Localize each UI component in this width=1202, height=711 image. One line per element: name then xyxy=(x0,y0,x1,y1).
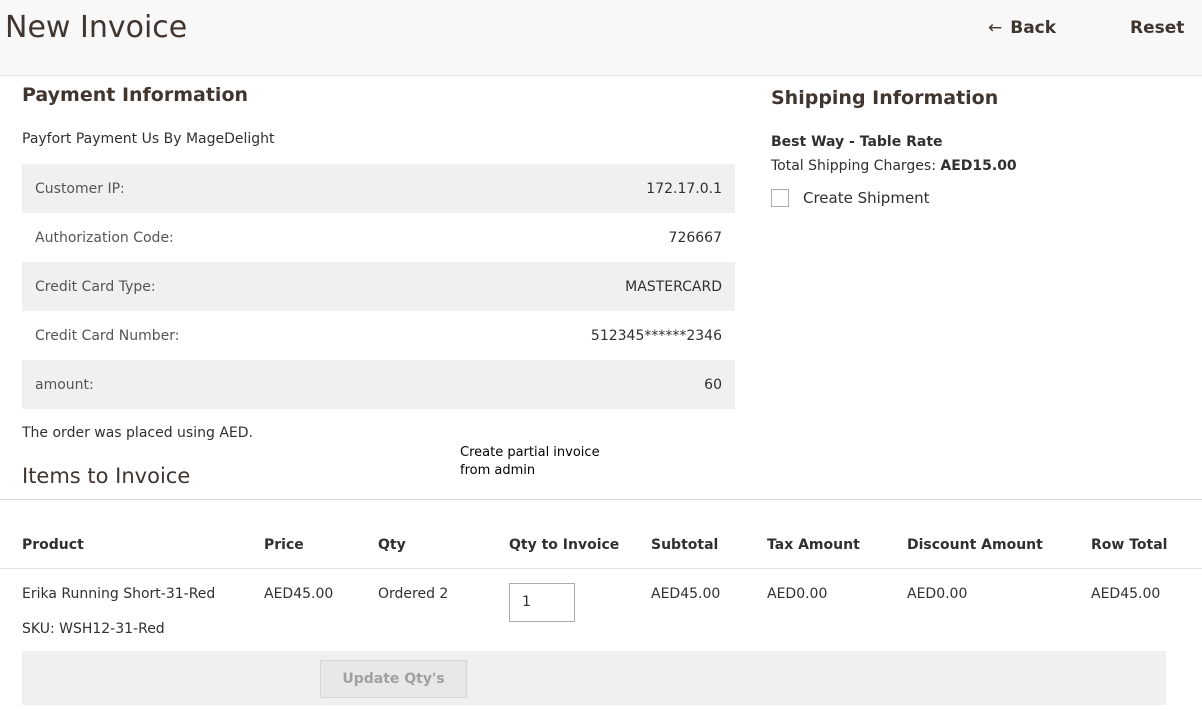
column-header-row-total: Row Total xyxy=(1091,537,1168,553)
column-header-tax-amount: Tax Amount xyxy=(767,537,860,553)
reset-button[interactable]: Reset xyxy=(1130,16,1184,40)
qty-ordered-cell: Ordered 2 xyxy=(378,586,449,602)
shipping-charges: Total Shipping Charges: AED15.00 xyxy=(771,158,1017,174)
column-header-qty-to-invoice: Qty to Invoice xyxy=(509,537,620,553)
annotation-note: Create partial invoice from admin xyxy=(460,444,660,480)
column-header-subtotal: Subtotal xyxy=(651,537,719,553)
payment-row-value: 726667 xyxy=(668,229,722,246)
payment-row-label: Customer IP: xyxy=(22,164,394,213)
divider xyxy=(0,568,1202,569)
update-qty-bar xyxy=(22,651,1166,705)
back-button[interactable]: ← Back xyxy=(988,16,1056,40)
qty-to-invoice-input[interactable]: 1 xyxy=(509,583,575,622)
items-title: Items to Invoice xyxy=(22,464,191,488)
payment-details-table: Customer IP: 172.17.0.1 Authorization Co… xyxy=(22,164,735,409)
create-shipment-checkbox[interactable] xyxy=(771,189,789,207)
column-header-qty: Qty xyxy=(378,537,406,553)
shipping-method: Best Way - Table Rate xyxy=(771,134,943,150)
payment-row-value: 512345******2346 xyxy=(590,327,722,344)
payment-row-value: 172.17.0.1 xyxy=(393,164,735,213)
divider xyxy=(0,499,1202,500)
payment-row-label: Authorization Code: xyxy=(35,229,174,246)
column-header-discount-amount: Discount Amount xyxy=(907,537,1043,553)
shipping-charges-label: Total Shipping Charges: xyxy=(771,158,941,174)
payment-row-label: amount: xyxy=(22,360,394,409)
payment-row: Customer IP: 172.17.0.1 xyxy=(22,164,735,213)
product-name: Erika Running Short-31-Red xyxy=(22,586,216,602)
payment-row-value: MASTERCARD xyxy=(393,262,735,311)
payment-row-label: Credit Card Type: xyxy=(22,262,394,311)
payment-row-label: Credit Card Number: xyxy=(35,327,180,344)
annotation-line: Create partial invoice xyxy=(460,445,600,460)
column-header-price: Price xyxy=(264,537,304,553)
product-sku: SKU: WSH12-31-Red xyxy=(22,621,165,637)
payment-method: Payfort Payment Us By MageDelight xyxy=(22,131,275,147)
shipping-charges-value: AED15.00 xyxy=(940,158,1017,174)
discount-amount-cell: AED0.00 xyxy=(907,586,968,602)
price-cell: AED45.00 xyxy=(264,586,334,602)
annotation-line: from admin xyxy=(460,463,536,478)
shipping-info-title: Shipping Information xyxy=(771,87,999,109)
payment-row: Credit Card Type: MASTERCARD xyxy=(22,262,735,311)
tax-amount-cell: AED0.00 xyxy=(767,586,828,602)
create-shipment-option[interactable]: Create Shipment xyxy=(771,189,930,207)
update-qtys-button[interactable]: Update Qty's xyxy=(320,660,467,698)
payment-row: amount: 60 xyxy=(22,360,735,409)
page-header: New Invoice ← Back Reset xyxy=(0,0,1202,76)
row-total-cell: AED45.00 xyxy=(1091,586,1161,602)
arrow-left-icon: ← xyxy=(988,18,1003,38)
payment-info-title: Payment Information xyxy=(22,84,249,106)
page-title: New Invoice xyxy=(5,10,188,45)
column-header-product: Product xyxy=(22,537,84,553)
back-label: Back xyxy=(1010,18,1057,38)
subtotal-cell: AED45.00 xyxy=(651,586,721,602)
payment-row-value: 60 xyxy=(393,360,735,409)
create-shipment-label: Create Shipment xyxy=(803,189,930,207)
payment-row: Credit Card Number: 512345******2346 xyxy=(22,311,735,360)
payment-row: Authorization Code: 726667 xyxy=(22,213,735,262)
currency-note: The order was placed using AED. xyxy=(22,425,253,441)
